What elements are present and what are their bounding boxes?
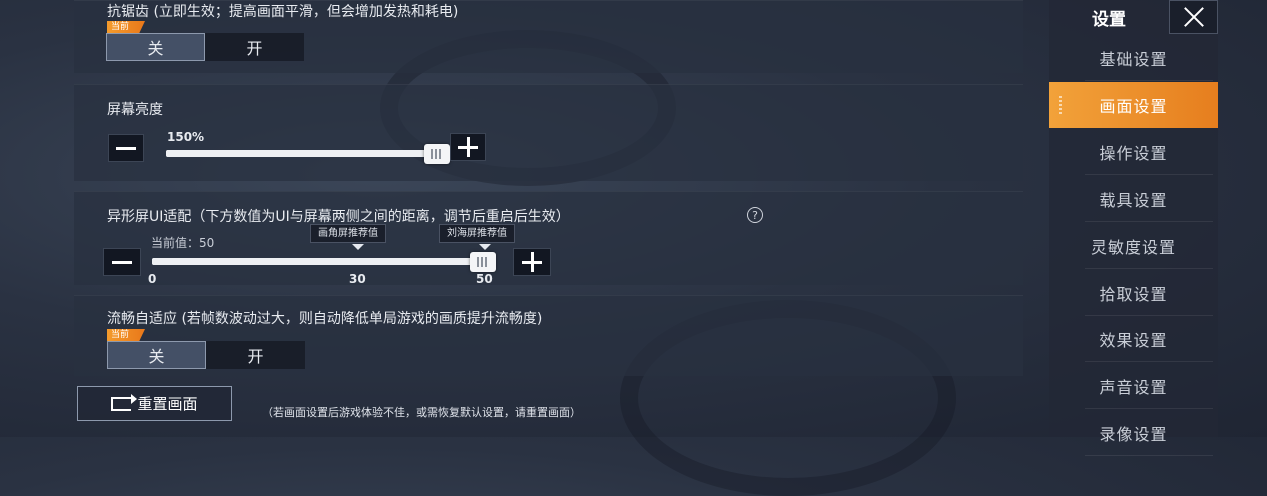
reset-icon [111,393,138,411]
smooth-adapt-panel: 流畅自适应 (若帧数波动过大，则自动降低单局游戏的画质提升流畅度) 当前 关 开 [74,295,1023,376]
reset-graphics-button[interactable]: 重置画面 [77,386,232,421]
nav-item-basic[interactable]: 基础设置 [1049,35,1218,81]
plus-icon [458,137,478,157]
nav-item-vehicle[interactable]: 载具设置 [1049,176,1218,222]
reset-hint: （若画面设置后游戏体验不佳，或需恢复默认设置，请重置画面） [262,406,581,419]
ui-adapt-increase-button[interactable] [513,248,551,276]
plus-icon [522,252,542,272]
brightness-slider-fill [166,150,444,157]
antialias-panel: 抗锯齿 (立即生效；提高画面平滑，但会增加发热和耗电) 当前 关 开 [74,0,1023,73]
ui-adapt-slider-thumb[interactable] [470,252,496,272]
antialias-off-option[interactable]: 关 [106,33,205,61]
antialias-title: 抗锯齿 (立即生效；提高画面平滑，但会增加发热和耗电) [107,4,459,20]
close-icon [1183,6,1205,28]
ui-adapt-tick-30: 30 [349,272,366,286]
brightness-value: 150% [167,130,205,144]
ui-adapt-current-value: 当前值：50 [151,236,215,250]
brightness-slider-track[interactable] [166,150,444,157]
reset-graphics-label: 重置画面 [137,395,198,413]
round-corner-recommend-tag: 画角屏推荐值 [310,224,386,243]
nav-item-effects[interactable]: 效果设置 [1049,316,1218,362]
nav-item-recording[interactable]: 录像设置 [1049,410,1218,456]
settings-header: 设置 [1092,9,1126,30]
nav-item-sound[interactable]: 声音设置 [1049,363,1218,409]
ui-adapt-title: 异形屏UI适配（下方数值为UI与屏幕两侧之间的距离，调节后重启后生效） [107,209,570,225]
minus-icon [112,260,132,264]
ui-adapt-slider-track[interactable] [152,258,487,265]
ui-adapt-tick-0: 0 [148,272,157,286]
smooth-adapt-title: 流畅自适应 (若帧数波动过大，则自动降低单局游戏的画质提升流畅度) [107,311,543,327]
brightness-title: 屏幕亮度 [107,102,163,118]
nav-item-controls[interactable]: 操作设置 [1049,129,1218,175]
minus-icon [116,146,136,150]
ui-adapt-slider-fill [152,258,487,265]
nav-item-pickup[interactable]: 拾取设置 [1049,270,1218,316]
brightness-increase-button[interactable] [450,133,486,161]
help-icon[interactable]: ? [747,207,763,223]
ui-adapt-tick-50: 50 [476,272,493,286]
nav-item-sensitivity[interactable]: 灵敏度设置 [1049,223,1218,269]
smooth-adapt-toggle: 关 开 [107,341,305,369]
antialias-on-option[interactable]: 开 [205,33,304,61]
close-button[interactable] [1169,0,1218,34]
round-corner-recommend-arrow [352,244,364,250]
current-badge: 当前 [107,21,145,33]
nav-item-graphics[interactable]: 画面设置 [1049,82,1218,128]
notch-recommend-tag: 刘海屏推荐值 [439,224,515,243]
antialias-toggle: 关 开 [106,33,304,61]
current-badge: 当前 [107,329,145,341]
brightness-panel: 屏幕亮度 150% [74,84,1023,181]
brightness-slider-thumb[interactable] [424,144,450,164]
ui-adapt-panel: 异形屏UI适配（下方数值为UI与屏幕两侧之间的距离，调节后重启后生效） ? 当前… [74,191,1023,286]
smooth-adapt-on-option[interactable]: 开 [206,341,305,369]
ui-adapt-decrease-button[interactable] [103,248,141,276]
brightness-decrease-button[interactable] [108,134,144,162]
notch-recommend-arrow [479,244,491,250]
smooth-adapt-off-option[interactable]: 关 [107,341,206,369]
